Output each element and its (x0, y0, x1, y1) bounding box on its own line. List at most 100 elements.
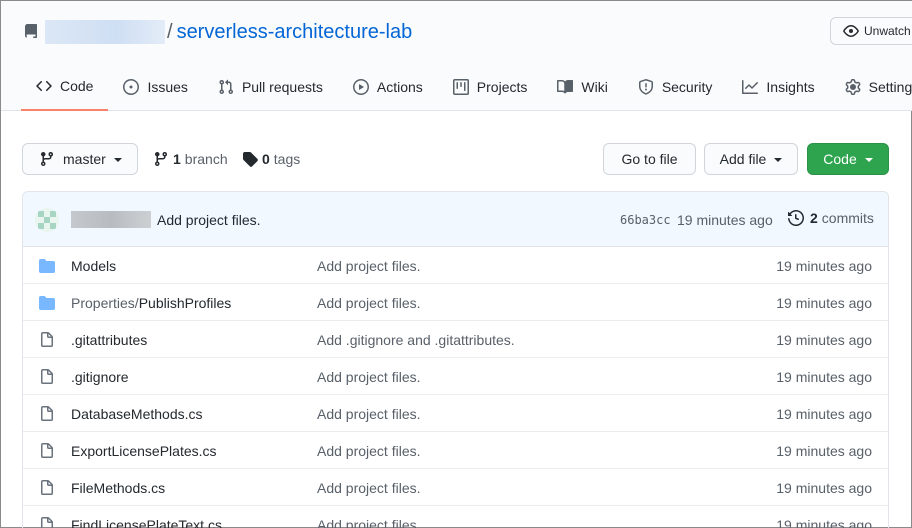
file-list: Models Add project files. 19 minutes ago Pr… (23, 247, 888, 528)
file-commit-time: 19 minutes ago (776, 517, 872, 528)
commit-count-label: commits (821, 210, 874, 226)
branches-link[interactable]: 1 branch (153, 143, 228, 175)
caret-down-icon (113, 158, 122, 162)
caret-down-icon (864, 158, 873, 162)
file-row[interactable]: Properties/PublishProfiles Add project fi… (23, 284, 888, 321)
file-icon (39, 480, 55, 496)
branch-select-button[interactable]: master (22, 143, 138, 175)
tab-issues[interactable]: Issues (108, 63, 202, 111)
file-commit-message-link[interactable]: Add project files. (317, 258, 421, 274)
tab-pull-requests[interactable]: Pull requests (203, 63, 338, 111)
code-download-button[interactable]: Code (807, 143, 889, 175)
branch-icon (40, 152, 53, 167)
commit-sha-link[interactable]: 66ba3cc (620, 213, 671, 227)
branch-count-label: branch (184, 151, 228, 167)
commit-time: 19 minutes ago (677, 212, 773, 228)
file-commit-message-link[interactable]: Add project files. (317, 406, 421, 422)
add-file-button[interactable]: Add file (704, 143, 798, 175)
avatar[interactable] (35, 208, 59, 232)
book-icon (557, 79, 574, 94)
file-name-link[interactable]: Properties/PublishProfiles (71, 295, 231, 311)
file-row[interactable]: FindLicensePlateText.cs Add project files… (23, 506, 888, 528)
file-row[interactable]: Models Add project files. 19 minutes ago (23, 247, 888, 284)
file-row[interactable]: DatabaseMethods.cs Add project files. 19 m… (23, 395, 888, 432)
file-commit-message-link[interactable]: Add .gitignore and .gitattributes. (317, 332, 515, 348)
file-name-link[interactable]: FileMethods.cs (71, 480, 165, 496)
file-name-text: .gitattributes (71, 332, 148, 348)
file-commit-message-link[interactable]: Add project files. (317, 443, 421, 459)
tag-icon (243, 152, 258, 167)
file-row[interactable]: ExportLicensePlates.cs Add project files.… (23, 432, 888, 469)
gear-icon (845, 79, 861, 95)
file-name-link[interactable]: .gitattributes (71, 332, 147, 348)
file-commit-time: 19 minutes ago (776, 332, 872, 348)
tab-wiki[interactable]: Wiki (542, 63, 622, 111)
code-icon (36, 80, 52, 92)
commit-count: 2 (810, 210, 818, 226)
caret-down-icon (774, 158, 783, 162)
tab-label: Security (661, 79, 713, 95)
project-icon (452, 79, 469, 95)
tab-label: Actions (376, 79, 423, 95)
file-icon (39, 369, 55, 385)
tab-security[interactable]: Security (623, 63, 728, 111)
file-commit-message-link[interactable]: Add project files. (317, 295, 421, 311)
eye-icon (843, 25, 859, 37)
commit-message-link[interactable]: Add project files. (157, 212, 261, 228)
commit-author-redacted[interactable] (71, 211, 151, 228)
repo-icon (23, 24, 39, 40)
tab-actions[interactable]: Actions (338, 63, 438, 111)
unwatch-button[interactable]: Unwatch (830, 17, 912, 45)
file-row[interactable]: .gitignore Add project files. 19 minutes a… (23, 358, 888, 395)
owner-name-redacted[interactable] (45, 20, 165, 44)
file-row[interactable]: .gitattributes Add .gitignore and .gitatt… (23, 321, 888, 358)
file-name-text: DatabaseMethods.cs (71, 406, 203, 422)
issue-icon (123, 79, 140, 95)
repo-toolbar: master 1 branch 0 tags Go to file Add fi… (22, 143, 889, 175)
tab-label: Code (60, 78, 94, 94)
tags-link[interactable]: 0 tags (242, 143, 300, 175)
file-name-link[interactable]: Models (71, 258, 116, 274)
file-commit-time: 19 minutes ago (776, 406, 872, 422)
file-commit-message-link[interactable]: Add project files. (317, 480, 421, 496)
unwatch-label: Unwatch (864, 24, 911, 38)
tab-label: Pull requests (241, 79, 323, 95)
file-commit-time: 19 minutes ago (776, 369, 872, 385)
file-commit-time: 19 minutes ago (776, 295, 872, 311)
file-name-link[interactable]: .gitignore (71, 369, 129, 385)
file-name-text: PublishProfiles (138, 295, 232, 311)
file-commit-time: 19 minutes ago (776, 480, 872, 496)
folder-icon (39, 258, 55, 274)
go-to-file-button[interactable]: Go to file (603, 143, 696, 175)
branch-icon (154, 152, 167, 167)
tab-label: Insights (766, 79, 815, 95)
shield-icon (638, 79, 653, 95)
tab-projects[interactable]: Projects (438, 63, 543, 111)
file-browser: Add project files. 66ba3cc 19 minutes ag… (22, 191, 889, 528)
tab-label: Wiki (581, 79, 608, 95)
file-commit-time: 19 minutes ago (776, 258, 872, 274)
file-row[interactable]: FileMethods.cs Add project files. 19 minut… (23, 469, 888, 506)
file-icon (39, 443, 55, 459)
history-icon (788, 210, 804, 226)
latest-commit-bar: Add project files. 66ba3cc 19 minutes ag… (23, 192, 888, 247)
tab-insights[interactable]: Insights (727, 63, 829, 111)
branch-count: 1 (173, 151, 181, 167)
tab-label: Projects (476, 79, 528, 95)
commits-history-link[interactable]: 2 commits (788, 210, 874, 226)
repo-nav-tabs: Code Issues Pull requests Actions Projec… (21, 63, 912, 111)
file-name-text: FileMethods.cs (71, 480, 166, 496)
tag-count: 0 (262, 151, 270, 167)
file-name-text: .gitignore (71, 369, 129, 385)
file-name-link[interactable]: ExportLicensePlates.cs (71, 443, 217, 459)
file-icon (39, 406, 55, 422)
file-name-link[interactable]: FindLicensePlateText.cs (71, 517, 222, 528)
file-name-link[interactable]: DatabaseMethods.cs (71, 406, 203, 422)
file-icon (39, 332, 55, 348)
repo-name-link[interactable]: serverless-architecture-lab (177, 21, 413, 44)
code-button-label: Code (823, 151, 857, 167)
tab-settings[interactable]: Settings (830, 63, 912, 111)
file-commit-message-link[interactable]: Add project files. (317, 369, 421, 385)
tab-code[interactable]: Code (21, 63, 109, 111)
file-commit-message-link[interactable]: Add project files. (317, 517, 421, 528)
